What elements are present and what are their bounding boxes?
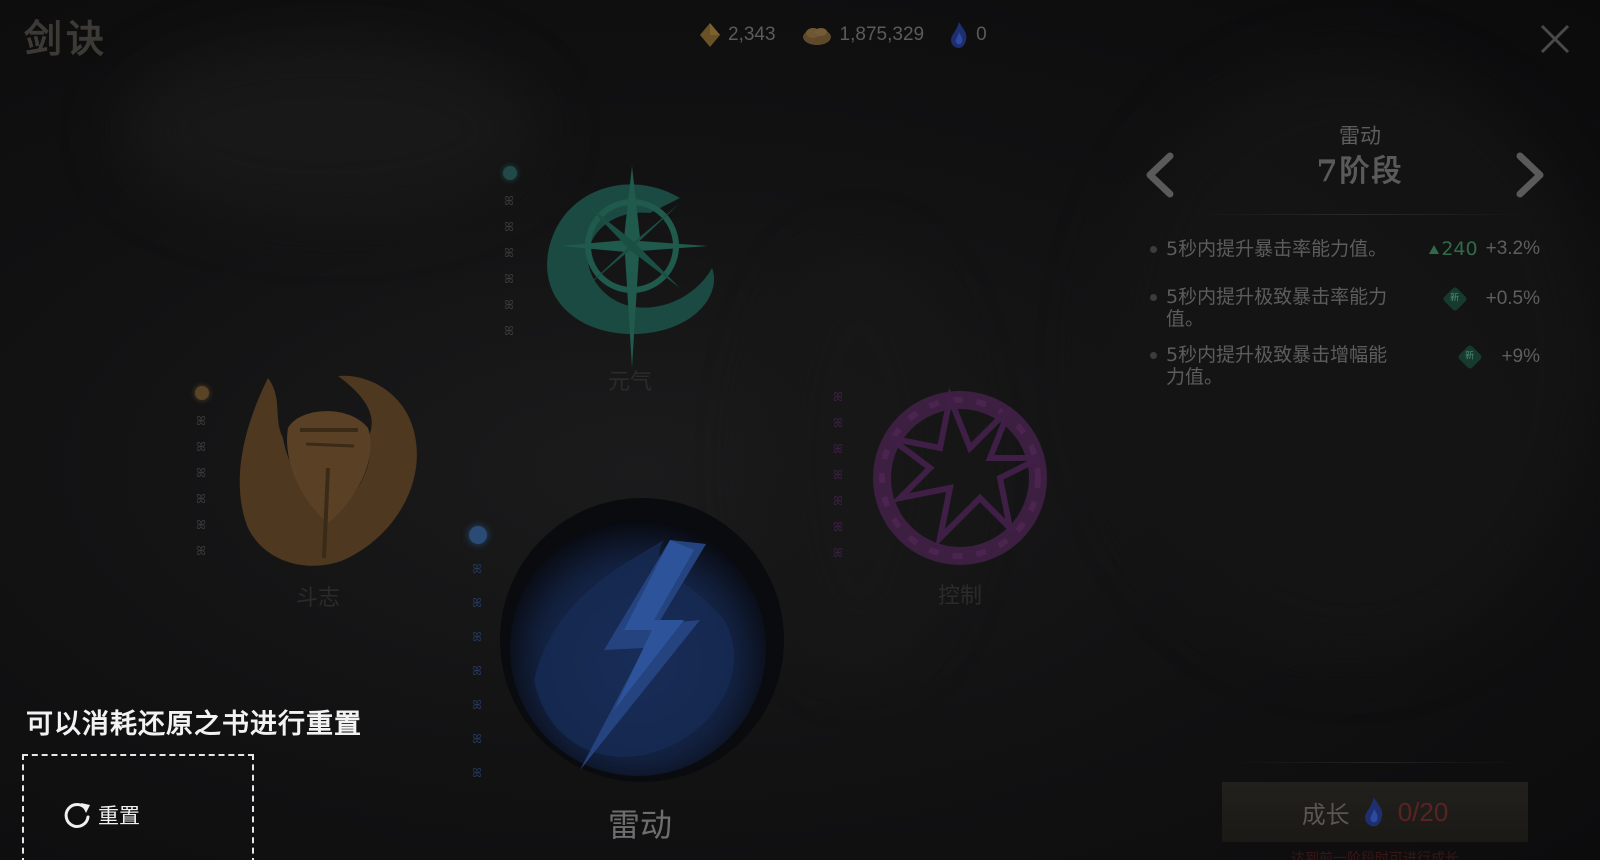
node-kongzhi[interactable]: 控制	[860, 378, 1060, 609]
grow-button-label: 成长	[1301, 800, 1350, 829]
reset-button[interactable]: 重置	[62, 800, 140, 830]
new-badge-icon: 新	[1441, 286, 1468, 312]
currency-gold-value: 2,343	[728, 24, 776, 45]
page-title: 剑诀	[24, 16, 109, 61]
rune-line-douzhi: ꕤꕤꕤ ꕤꕤꕤ	[195, 386, 209, 586]
rune-line-yuanqi: ꕤꕤꕤ ꕤꕤꕤ	[503, 166, 517, 366]
swirl-star-icon	[547, 166, 715, 368]
effect-value: +9%	[1501, 346, 1540, 367]
selected-node-label: 雷动	[607, 806, 672, 844]
new-badge-icon: 新	[1457, 344, 1484, 370]
node-leidong[interactable]	[494, 480, 794, 790]
currency-coins-value: 1,875,329	[839, 24, 925, 45]
currency-bar: 2,343 1,875,329 0	[700, 22, 987, 48]
currency-coins: 1,875,329	[802, 24, 925, 46]
rune-dot	[503, 166, 517, 180]
tutorial-tip: 可以消耗还原之书进行重置	[26, 709, 362, 740]
bullet-icon	[1150, 294, 1157, 301]
blue-flame-icon	[1364, 797, 1382, 827]
node-label-yuanqi: 元气	[607, 370, 652, 395]
node-label-kongzhi: 控制	[937, 584, 982, 609]
effect-row: 5秒内提升暴击率能力值。 240 +3.2%	[1150, 238, 1540, 260]
effect-increase: 240	[1429, 238, 1478, 260]
close-icon[interactable]	[1538, 22, 1572, 56]
effect-value: +0.5%	[1485, 288, 1540, 309]
node-detail-panel: 雷动 7阶段 5秒内提升暴击率能力值。 240 +3.2% 5秒内提升极致暴击率…	[1146, 110, 1580, 850]
arrow-up-icon	[1429, 244, 1440, 254]
grow-cost: 0/20	[1397, 796, 1449, 827]
effect-text: 5秒内提升暴击率能力值。	[1166, 238, 1388, 260]
node-label-douzhi: 斗志	[295, 586, 340, 611]
effect-delta: 新 +0.5%	[1441, 286, 1540, 312]
rune-dot	[195, 386, 209, 400]
ink-wash	[120, 40, 540, 220]
effect-text: 5秒内提升极致暴击增幅能力值。	[1166, 344, 1388, 388]
effect-text: 5秒内提升极致暴击率能力值。	[1166, 286, 1388, 330]
node-douzhi[interactable]: 斗志	[228, 358, 428, 611]
rune-dot	[469, 526, 487, 544]
rune-line-kongzhi: ꕤꕤꕤ ꕤꕤꕤ ꕤ	[833, 390, 843, 560]
effect-row: 5秒内提升极致暴击增幅能力值。 新 +9%	[1150, 344, 1540, 388]
effect-delta: 240 +3.2%	[1429, 238, 1540, 260]
grow-hint: 达到前一阶段时可进行成长	[1291, 851, 1459, 860]
refresh-icon	[64, 802, 90, 828]
effect-delta: 新 +9%	[1457, 344, 1540, 370]
gold-crystal-icon	[700, 23, 720, 47]
skill-tree-screen: 剑诀 2,343 1,875,329 0 ꕤ ꕤ ꕤ ꕤ ꕤ ꕤ ꕤ ꕤ ꕤ ꕤ…	[0, 0, 1600, 860]
rune-line-leidong: ꕤꕤꕤ ꕤꕤꕤ ꕤ	[469, 526, 487, 796]
divider	[1222, 762, 1528, 763]
bullet-icon	[1150, 246, 1157, 253]
lightning-orb-icon	[500, 498, 784, 782]
currency-gold: 2,343	[700, 23, 776, 47]
fist-icon	[239, 375, 417, 566]
divider	[1190, 214, 1530, 215]
currency-flame: 0	[950, 22, 987, 48]
reset-button-label: 重置	[98, 804, 140, 828]
effect-row: 5秒内提升极致暴击率能力值。 新 +0.5%	[1150, 286, 1540, 330]
chevron-right-icon[interactable]	[1510, 150, 1550, 200]
effect-value: +3.2%	[1485, 238, 1540, 259]
node-stage: 7阶段	[1316, 154, 1404, 189]
coin-pouch-icon	[802, 28, 831, 45]
currency-flame-value: 0	[976, 24, 987, 45]
blue-flame-icon	[951, 22, 967, 48]
chevron-left-icon[interactable]	[1140, 150, 1180, 200]
thorn-ring-icon	[873, 387, 1047, 565]
bullet-icon	[1150, 352, 1157, 359]
grow-button[interactable]: 成长 0/20	[1222, 782, 1528, 842]
node-yuanqi[interactable]: 元气	[530, 158, 730, 395]
